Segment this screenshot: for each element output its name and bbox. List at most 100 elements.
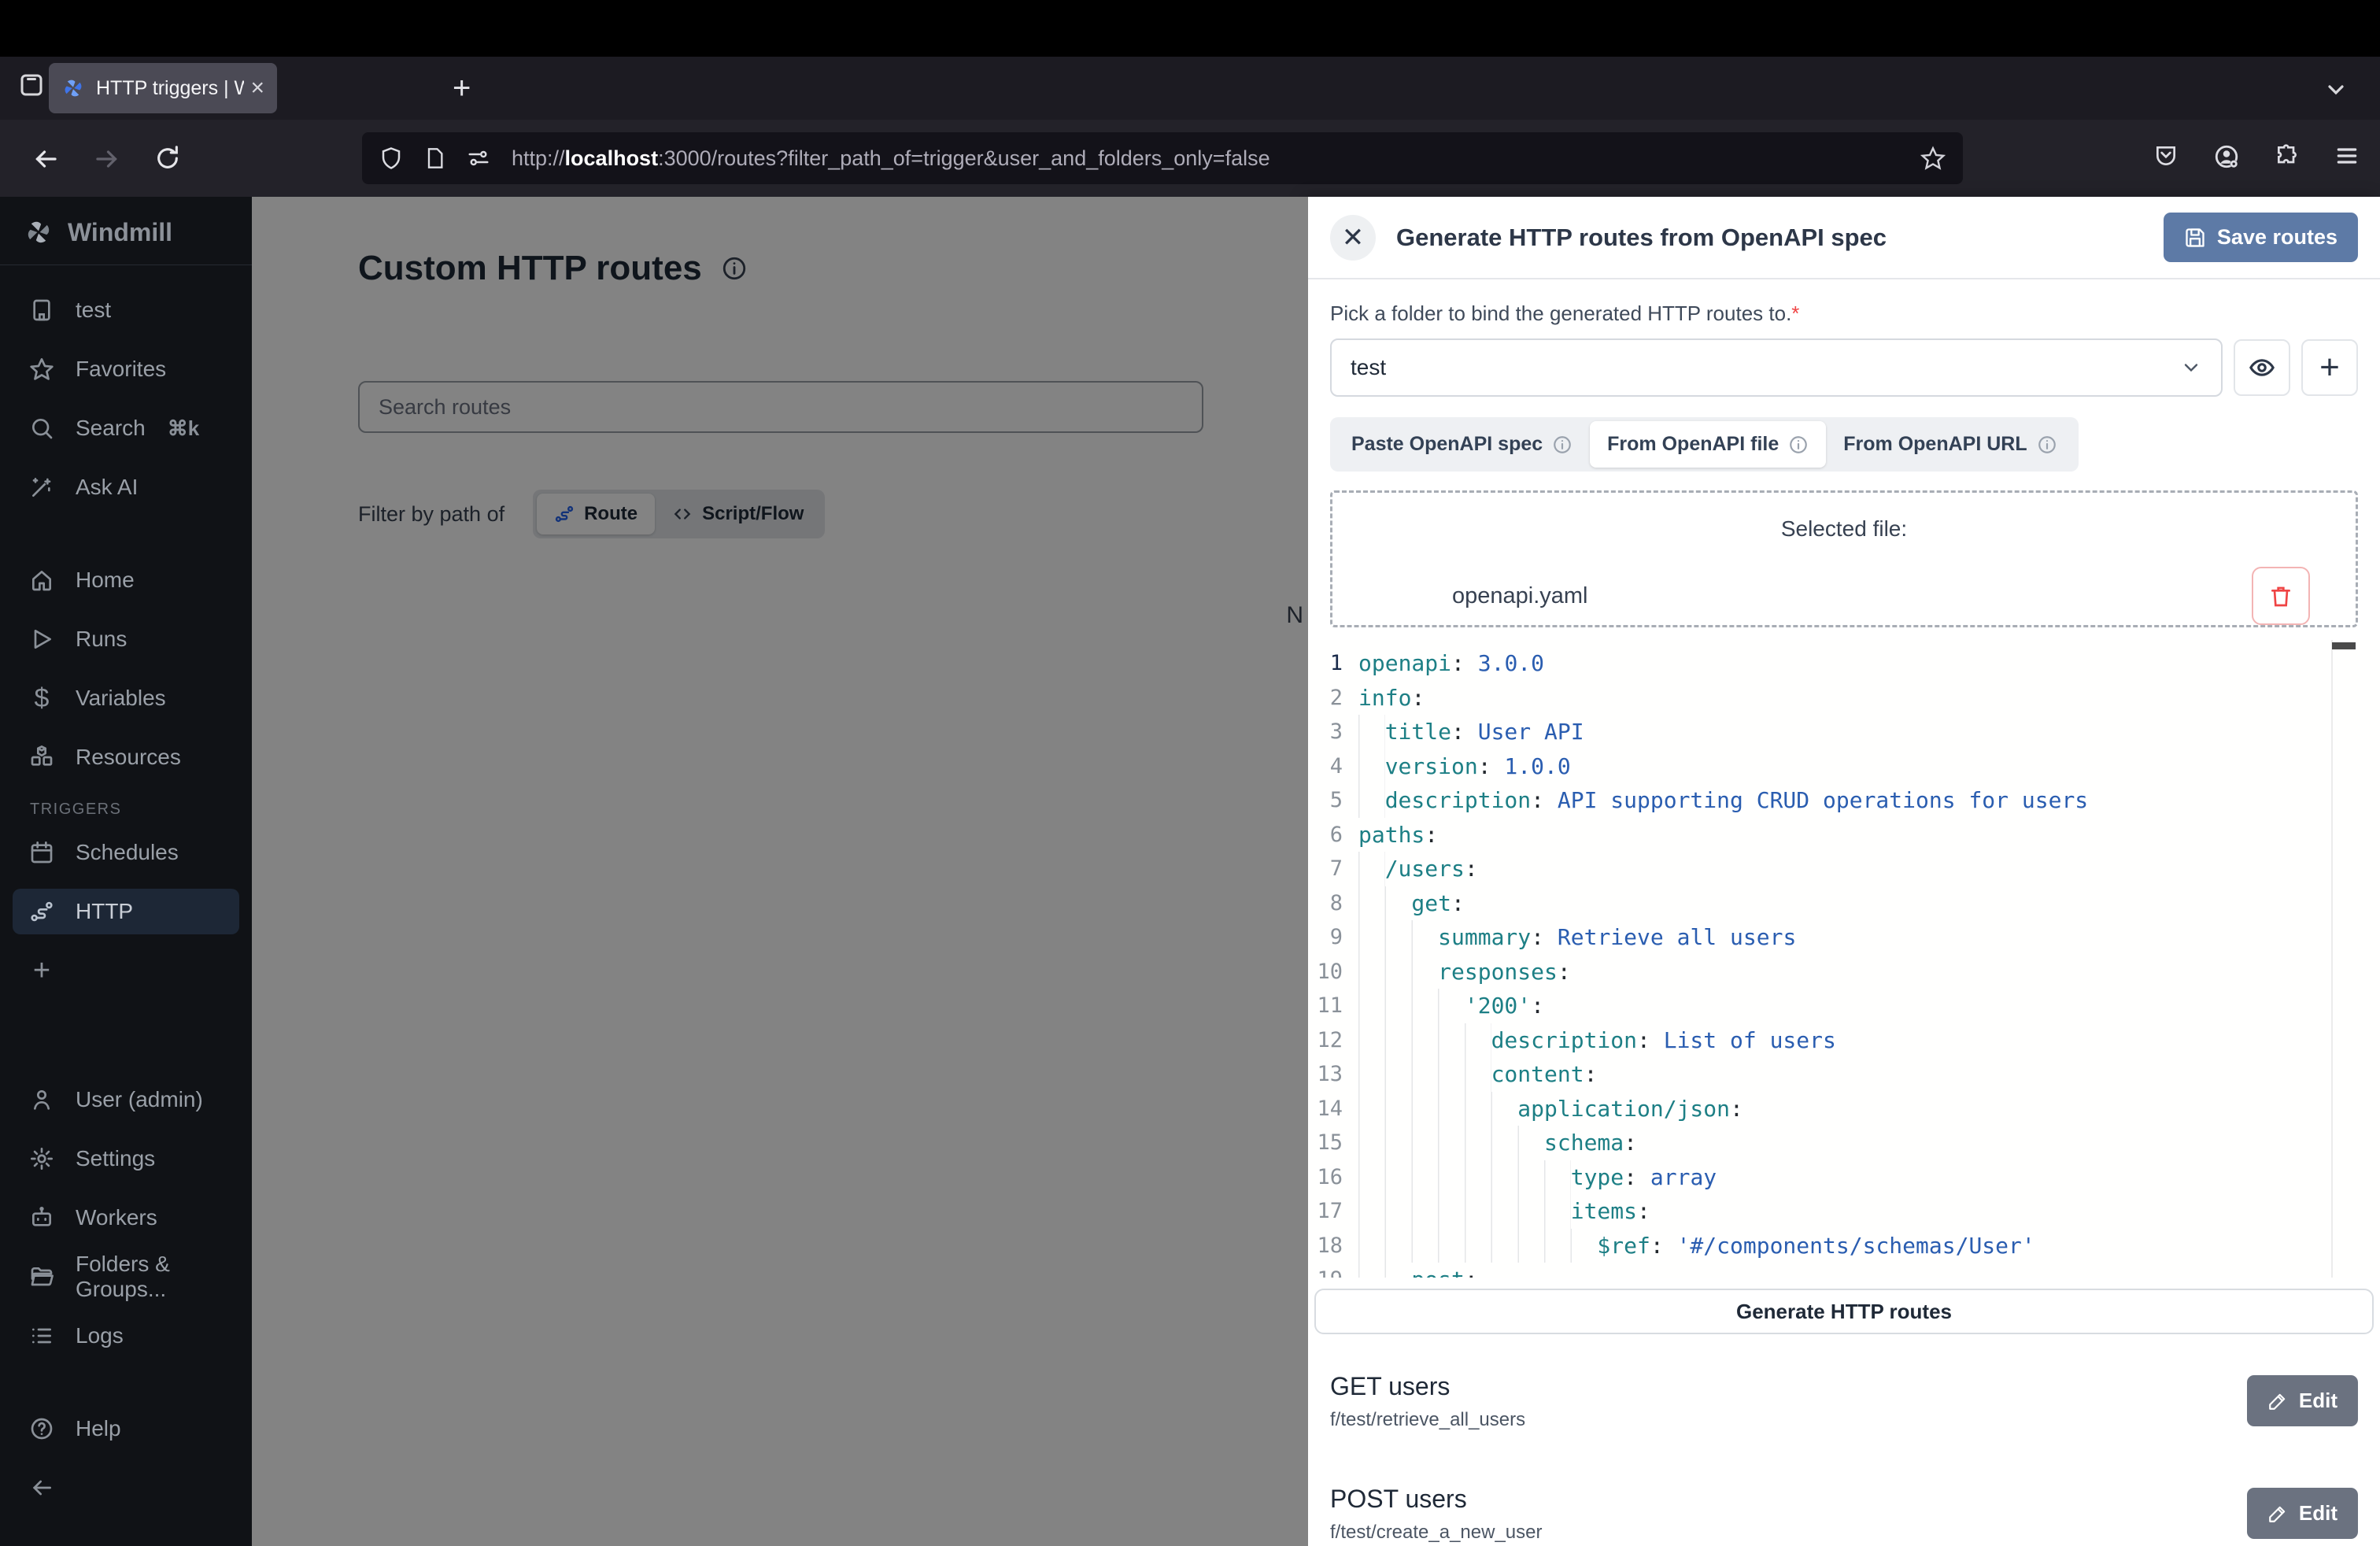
- extensions-puzzle-icon[interactable]: [2275, 143, 2300, 170]
- toggle-script-flow[interactable]: Script/Flow: [655, 494, 821, 534]
- brand[interactable]: Windmill: [0, 197, 252, 265]
- sidebar-item-label: User (admin): [76, 1087, 203, 1112]
- openapi-drawer: ✕ Generate HTTP routes from OpenAPI spec…: [1308, 197, 2380, 1546]
- editor-code[interactable]: openapi: 3.0.0info:title: User APIversio…: [1358, 640, 2380, 1278]
- new-tab-button[interactable]: +: [453, 74, 471, 102]
- generate-routes-button[interactable]: Generate HTTP routes: [1314, 1289, 2374, 1334]
- selected-file-name: openapi.yaml: [1452, 583, 1588, 609]
- brand-name: Windmill: [68, 218, 172, 247]
- macos-menubar: [0, 0, 2380, 57]
- play-icon: [28, 626, 55, 653]
- plus-icon: +: [28, 957, 55, 984]
- sidebar-item-resources[interactable]: Resources: [13, 734, 239, 780]
- sidebar-item-http[interactable]: HTTP: [13, 889, 239, 934]
- building-icon: [28, 297, 55, 324]
- sidebar-item-logs[interactable]: Logs: [13, 1313, 239, 1359]
- tab-close-icon[interactable]: ×: [250, 75, 264, 102]
- filter-label: Filter by path of: [358, 502, 504, 527]
- view-folder-button[interactable]: [2234, 339, 2290, 396]
- star-icon: [28, 356, 55, 383]
- tab-from-file[interactable]: From OpenAPI file: [1590, 421, 1826, 468]
- trash-icon: [2268, 583, 2293, 608]
- sidebar-item-label: Resources: [76, 745, 181, 770]
- page-title: Custom HTTP routes: [358, 249, 702, 288]
- drawer-title: Generate HTTP routes from OpenAPI spec: [1396, 224, 2164, 252]
- sidebar-item-help[interactable]: Help: [13, 1406, 239, 1452]
- path-filter-toggle: Route Script/Flow: [533, 490, 825, 538]
- page-info-icon[interactable]: [423, 146, 445, 170]
- sidebar: Windmill test Favorites Search ⌘k Ask AI: [0, 197, 252, 1546]
- sidebar-item-favorites[interactable]: Favorites: [13, 346, 239, 392]
- info-icon: [1552, 435, 1572, 455]
- editor-scrollbar-thumb[interactable]: [2332, 642, 2356, 649]
- sidebar-item-user[interactable]: User (admin): [13, 1077, 239, 1123]
- sidebar-item-home[interactable]: Home: [13, 557, 239, 603]
- user-icon: [28, 1086, 55, 1113]
- route-path: f/test/retrieve_all_users: [1330, 1409, 2247, 1431]
- shield-icon[interactable]: [379, 146, 403, 170]
- info-icon: [2037, 435, 2057, 455]
- tab-paste-spec[interactable]: Paste OpenAPI spec: [1334, 421, 1590, 468]
- permissions-sliders-icon[interactable]: [466, 146, 491, 170]
- folder-label: Pick a folder to bind the generated HTTP…: [1330, 301, 2358, 326]
- info-icon: [1788, 435, 1809, 455]
- back-icon[interactable]: [31, 145, 60, 173]
- edit-route-button[interactable]: Edit: [2247, 1488, 2358, 1539]
- eye-icon: [2249, 354, 2275, 381]
- selected-file-label: Selected file:: [1332, 516, 2356, 542]
- bookmark-star-icon[interactable]: [1920, 146, 1946, 171]
- add-folder-button[interactable]: +: [2301, 339, 2358, 396]
- arrow-left-icon: [28, 1474, 55, 1501]
- pencil-icon: [2267, 1391, 2288, 1411]
- sidebar-item-search[interactable]: Search ⌘k: [13, 405, 239, 451]
- gear-icon: [28, 1145, 55, 1172]
- sidebar-collapse[interactable]: [13, 1465, 239, 1511]
- route-item: GET users f/test/retrieve_all_users Edit: [1330, 1372, 2358, 1431]
- sidebar-item-variables[interactable]: $ Variables: [13, 675, 239, 721]
- route-name: POST users: [1330, 1485, 2247, 1514]
- windmill-logo-icon: [24, 217, 54, 247]
- sidebar-item-folders-groups[interactable]: Folders & Groups...: [13, 1254, 239, 1300]
- menu-hamburger-icon[interactable]: [2334, 143, 2360, 170]
- url-text[interactable]: http://localhost:3000/routes?filter_path…: [512, 146, 1911, 171]
- sidebar-item-workers[interactable]: Workers: [13, 1195, 239, 1241]
- folder-select[interactable]: test: [1330, 338, 2223, 397]
- sidebar-item-schedules[interactable]: Schedules: [13, 830, 239, 875]
- help-icon: [28, 1415, 55, 1442]
- remove-file-button[interactable]: [2252, 567, 2310, 625]
- route-icon: [554, 504, 575, 524]
- folder-icon: [28, 1263, 55, 1290]
- sidebar-item-settings[interactable]: Settings: [13, 1136, 239, 1182]
- url-bar[interactable]: http://localhost:3000/routes?filter_path…: [362, 132, 1963, 184]
- sidebar-item-label: Runs: [76, 627, 127, 652]
- editor-scrollbar-track: [2331, 640, 2333, 1278]
- browser-tab[interactable]: HTTP triggers | Windmill ×: [49, 63, 277, 113]
- info-icon[interactable]: [721, 255, 748, 282]
- editor-gutter: 12345678910111213141516171819: [1308, 640, 1358, 1278]
- tab-from-url[interactable]: From OpenAPI URL: [1826, 421, 2074, 468]
- search-routes-input[interactable]: Search routes: [358, 381, 1203, 433]
- toggle-route[interactable]: Route: [537, 494, 655, 534]
- magic-wand-icon: [28, 474, 55, 501]
- tab-library-icon[interactable]: [17, 71, 46, 99]
- edit-route-button[interactable]: Edit: [2247, 1375, 2358, 1426]
- save-routes-button[interactable]: Save routes: [2164, 213, 2358, 262]
- code-editor[interactable]: 12345678910111213141516171819 openapi: 3…: [1308, 640, 2380, 1278]
- sidebar-item-label: Settings: [76, 1146, 155, 1171]
- robot-icon: [28, 1204, 55, 1231]
- reload-icon[interactable]: [154, 145, 181, 172]
- route-path: f/test/create_a_new_user: [1330, 1522, 2247, 1544]
- sidebar-item-ask-ai[interactable]: Ask AI: [13, 464, 239, 510]
- forward-icon[interactable]: [93, 145, 121, 173]
- list-tabs-chevron-icon[interactable]: [2323, 77, 2349, 102]
- pocket-icon[interactable]: [2153, 143, 2179, 170]
- sidebar-item-add-trigger[interactable]: +: [13, 948, 239, 993]
- source-tabs: Paste OpenAPI spec From OpenAPI file Fro…: [1330, 417, 2079, 472]
- sidebar-item-workspace[interactable]: test: [13, 287, 239, 333]
- sidebar-item-runs[interactable]: Runs: [13, 616, 239, 662]
- save-icon: [2184, 227, 2206, 249]
- main-content-dimmed: Custom HTTP routes Search routes Filter …: [252, 197, 1308, 1546]
- account-icon[interactable]: [2213, 143, 2240, 170]
- sidebar-item-label: Ask AI: [76, 475, 138, 500]
- drawer-close-button[interactable]: ✕: [1330, 215, 1376, 261]
